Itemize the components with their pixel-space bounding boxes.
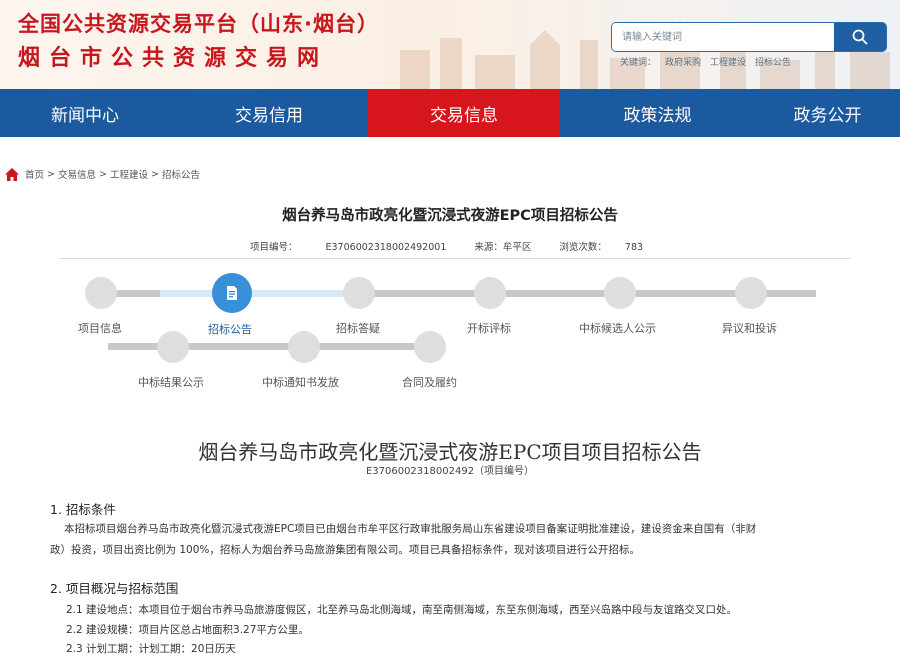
step-dot-bid-opening[interactable]	[474, 277, 506, 309]
step-label-project-info[interactable]: 项目信息	[78, 320, 122, 336]
site-title: 烟台市公共资源交易网	[18, 46, 329, 71]
home-icon	[5, 167, 19, 181]
search-button[interactable]	[834, 23, 886, 51]
article-meta: 项目编号： E3706002318002492001 来源：牟平区 浏览次数： 783	[250, 239, 643, 253]
keyword-link[interactable]: 工程建设	[710, 58, 746, 68]
list-item: 2.3 计划工期：计划工期：20日历天	[66, 643, 236, 655]
step-dot-project-info[interactable]	[85, 277, 117, 309]
step-label-bid-notice[interactable]: 招标公告	[208, 321, 252, 337]
nav-item-credit[interactable]: 交易信用	[170, 89, 368, 137]
section-heading: 2. 项目概况与招标范围	[50, 581, 179, 596]
keyword-link[interactable]: 招标公告	[755, 58, 791, 68]
site-header: 全国公共资源交易平台（山东·烟台） 烟台市公共资源交易网 关键词： 政府采购工程建…	[0, 0, 900, 89]
step-dot-contract[interactable]	[414, 331, 446, 363]
step-dot-candidate-notice[interactable]	[604, 277, 636, 309]
step-label-bid-opening[interactable]: 开标评标	[467, 320, 511, 336]
section-heading: 1. 招标条件	[50, 502, 116, 517]
nav-item-gov-affairs[interactable]: 政务公开	[755, 89, 900, 137]
step-label-bid-qa[interactable]: 招标答疑	[336, 320, 380, 336]
breadcrumb-separator: >	[99, 168, 107, 180]
list-item: 2.1 建设地点：本项目位于烟台市养马岛旅游度假区，北至养马岛北侧海域，南至南侧…	[66, 604, 738, 616]
source-value: 牟平区	[502, 242, 532, 253]
step-dot-award-letter[interactable]	[288, 331, 320, 363]
breadcrumb: 首页 > 交易信息 > 工程建设 > 招标公告	[4, 165, 200, 183]
search-bar	[611, 22, 887, 52]
breadcrumb-separator: >	[150, 168, 159, 180]
step-dot-objection[interactable]	[735, 277, 767, 309]
search-icon	[852, 29, 868, 45]
breadcrumb-home[interactable]: 首页	[25, 167, 44, 181]
step-connector	[108, 343, 428, 350]
source-label: 来源：	[474, 242, 503, 253]
views-label: 浏览次数：	[559, 242, 607, 253]
list-item: 2.2 建设规模：项目片区总占地面积3.27平方公里。	[66, 624, 309, 636]
breadcrumb-trade-info[interactable]: 交易信息	[58, 167, 96, 181]
step-label-candidate-notice[interactable]: 中标候选人公示	[579, 320, 656, 336]
document-icon	[227, 286, 237, 300]
step-label-award-result[interactable]: 中标结果公示	[138, 374, 204, 390]
nav-item-news[interactable]: 新闻中心	[0, 89, 170, 137]
step-label-award-letter[interactable]: 中标通知书发放	[262, 374, 339, 390]
article-title: 烟台养马岛市政亮化暨沉浸式夜游EPC项目招标公告	[282, 208, 618, 224]
platform-title: 全国公共资源交易平台（山东·烟台）	[18, 12, 379, 36]
breadcrumb-separator: >	[47, 168, 55, 180]
keyword-link[interactable]: 政府采购	[665, 58, 701, 68]
nav-item-policy[interactable]: 政策法规	[560, 89, 755, 137]
keywords-label: 关键词：	[620, 58, 657, 68]
search-keywords: 关键词： 政府采购 工程建设 招标公告	[620, 55, 800, 68]
nav-item-trade-info[interactable]: 交易信息	[368, 89, 560, 137]
step-dot-award-result[interactable]	[157, 331, 189, 363]
project-no-label: 项目编号：	[250, 242, 298, 253]
divider	[60, 258, 850, 259]
step-label-contract[interactable]: 合同及履约	[402, 374, 457, 390]
document-project-number: E3706002318002492（项目编号）	[365, 466, 535, 477]
step-dot-bid-notice[interactable]	[212, 273, 252, 313]
paragraph-line: 本招标项目烟台养马岛市政亮化暨沉浸式夜游EPC项目已由烟台市牟平区行政审批服务局…	[64, 523, 757, 535]
search-input[interactable]	[612, 23, 836, 51]
main-nav: 新闻中心 交易信用 交易信息 政策法规 政务公开	[0, 89, 900, 137]
step-dot-bid-qa[interactable]	[343, 277, 375, 309]
document-title: 烟台养马岛市政亮化暨沉浸式夜游EPC项目项目招标公告	[198, 440, 702, 464]
views-count: 783	[624, 242, 644, 253]
step-label-objection[interactable]: 异议和投诉	[722, 320, 777, 336]
breadcrumb-bid-notice[interactable]: 招标公告	[162, 167, 200, 181]
breadcrumb-engineering[interactable]: 工程建设	[110, 167, 148, 181]
paragraph-line: 政）投资，项目出资比例为 100%，招标人为烟台养马岛旅游集团有限公司。项目已具…	[50, 544, 640, 556]
project-no: E3706002318002492001	[325, 242, 447, 253]
step-connector	[160, 290, 360, 297]
